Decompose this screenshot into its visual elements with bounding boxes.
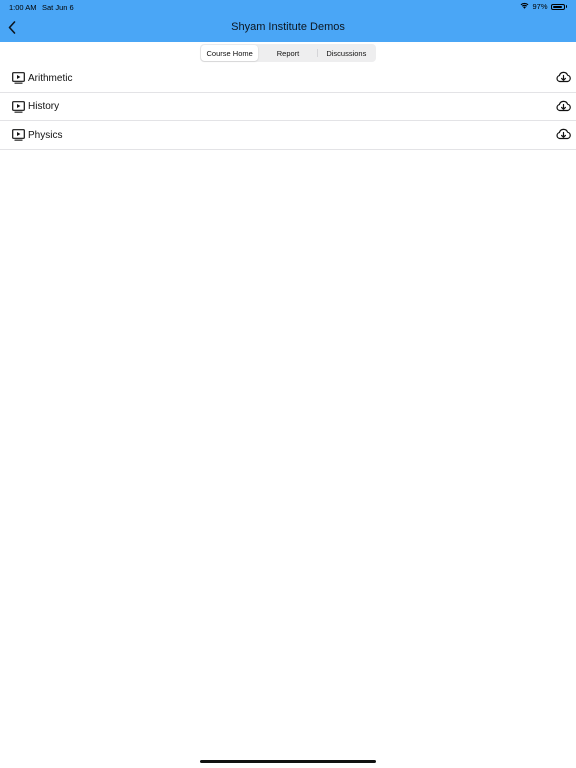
video-play-icon (12, 72, 25, 84)
page-title: Shyam Institute Demos (231, 21, 345, 33)
status-bar: 1:00 AM Sat Jun 6 97% (0, 0, 576, 14)
status-indicators: 97% (520, 2, 567, 11)
course-item-arithmetic[interactable]: Arithmetic (0, 64, 576, 93)
wifi-icon (520, 2, 529, 11)
tab-discussions[interactable]: Discussions (318, 45, 375, 61)
battery-fill (552, 5, 563, 8)
tab-report[interactable]: Report (259, 45, 316, 61)
battery-tip (565, 5, 567, 8)
battery-percentage: 97% (532, 2, 548, 11)
video-play-icon (12, 100, 25, 113)
battery-icon (550, 3, 565, 10)
navigation-header: 1:00 AM Sat Jun 6 97% Shyam Institute De… (0, 0, 576, 42)
status-time: 1:00 AM (9, 3, 37, 12)
course-item-physics[interactable]: Physics (0, 121, 576, 150)
course-list: Arithmetic History Physics (0, 64, 576, 150)
course-label: History (28, 101, 60, 112)
cloud-download-icon[interactable] (556, 100, 571, 113)
segmented-control: Course Home Report Discussions (200, 44, 376, 62)
home-indicator (200, 760, 376, 763)
video-play-icon (12, 129, 25, 141)
course-item-history[interactable]: History (0, 93, 576, 121)
course-label: Arithmetic (28, 72, 73, 84)
course-label: Physics (28, 129, 63, 141)
cloud-download-icon[interactable] (556, 128, 571, 141)
cloud-download-icon[interactable] (556, 71, 571, 84)
tab-course-home[interactable]: Course Home (201, 45, 259, 61)
status-date: Sat Jun 6 (42, 3, 74, 12)
